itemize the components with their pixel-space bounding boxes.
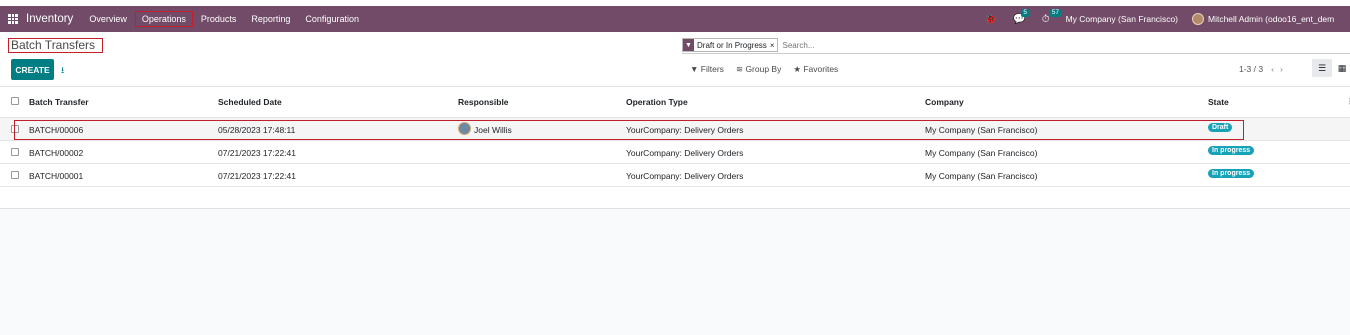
activity-count-badge: 57 bbox=[1049, 8, 1061, 17]
search-bar: ▼ Draft or In Progress × bbox=[682, 37, 1350, 54]
filter-icon: ▼ bbox=[683, 39, 694, 51]
table-header: Batch Transfer Scheduled Date Responsibl… bbox=[0, 87, 1350, 118]
select-all-checkbox[interactable] bbox=[11, 97, 19, 105]
menu-overview[interactable]: Overview bbox=[89, 14, 127, 24]
layers-icon: ≋ bbox=[735, 64, 744, 74]
header-scheduled-date[interactable]: Scheduled Date bbox=[218, 97, 282, 107]
header-company[interactable]: Company bbox=[925, 97, 964, 107]
user-menu[interactable]: Mitchell Admin (odoo16_ent_dem bbox=[1208, 14, 1350, 24]
pager-value[interactable]: 1-3 / 3 bbox=[1239, 64, 1263, 74]
header-responsible[interactable]: Responsible bbox=[458, 97, 509, 107]
company-switcher[interactable]: My Company (San Francisco) bbox=[1066, 14, 1178, 24]
facet-label: Draft or In Progress bbox=[697, 40, 767, 50]
menu-operations[interactable]: Operations bbox=[134, 11, 193, 27]
header-batch-transfer[interactable]: Batch Transfer bbox=[29, 97, 89, 107]
table-row[interactable]: BATCH/00002 07/21/2023 17:22:41 YourComp… bbox=[0, 141, 1350, 164]
pager-arrows[interactable]: ‹› bbox=[1271, 64, 1289, 74]
search-input[interactable] bbox=[782, 40, 1083, 50]
kanban-view-icon[interactable]: ▦ bbox=[1332, 59, 1350, 77]
cell-company: My Company (San Francisco) bbox=[925, 171, 1038, 181]
status-badge: In progress bbox=[1208, 146, 1255, 155]
view-switcher: ☰ ▦ bbox=[1312, 59, 1350, 77]
highlight-box bbox=[14, 120, 1244, 140]
search-facet[interactable]: ▼ Draft or In Progress × bbox=[682, 38, 779, 52]
create-button[interactable]: CREATE bbox=[11, 59, 54, 80]
app-brand[interactable]: Inventory bbox=[26, 13, 73, 25]
row-checkbox[interactable] bbox=[11, 148, 19, 156]
bug-icon[interactable]: 🐞 bbox=[985, 14, 997, 25]
list-table: Batch Transfer Scheduled Date Responsibl… bbox=[0, 86, 1350, 209]
menu-reporting[interactable]: Reporting bbox=[251, 14, 290, 24]
optional-columns-icon[interactable]: ⋮ bbox=[1346, 97, 1350, 106]
menu-products[interactable]: Products bbox=[201, 14, 237, 24]
status-badge: In progress bbox=[1208, 169, 1255, 178]
table-row[interactable]: BATCH/00001 07/21/2023 17:22:41 YourComp… bbox=[0, 164, 1350, 187]
chat-icon[interactable]: 💬 5 bbox=[1013, 8, 1029, 25]
cell-date: 07/21/2023 17:22:41 bbox=[218, 148, 296, 158]
download-icon[interactable]: ⭳ bbox=[61, 63, 64, 79]
chevron-right-icon[interactable]: › bbox=[1280, 64, 1289, 74]
header-operation-type[interactable]: Operation Type bbox=[626, 97, 688, 107]
cell-operation-type: YourCompany: Delivery Orders bbox=[626, 148, 744, 158]
empty-area bbox=[0, 209, 1350, 335]
top-navbar: Inventory Overview Operations Products R… bbox=[0, 6, 1350, 32]
cell-company: My Company (San Francisco) bbox=[925, 148, 1038, 158]
breadcrumb: Batch Transfers bbox=[8, 38, 103, 53]
header-state[interactable]: State bbox=[1208, 97, 1229, 107]
cell-name: BATCH/00001 bbox=[29, 171, 84, 181]
star-icon: ★ bbox=[793, 64, 801, 74]
filters-button[interactable]: ▼ Filters bbox=[690, 64, 724, 75]
cell-name: BATCH/00002 bbox=[29, 148, 84, 158]
clock-icon[interactable]: ⏱ 57 bbox=[1042, 8, 1061, 25]
favorites-button[interactable]: ★ Favorites bbox=[793, 64, 838, 75]
menu-configuration[interactable]: Configuration bbox=[305, 14, 359, 24]
group-by-button[interactable]: ≋ Group By bbox=[736, 64, 781, 75]
filter-icon: ▼ bbox=[690, 64, 699, 74]
apps-icon[interactable] bbox=[8, 14, 18, 24]
search-options: ▼ Filters ≋ Group By ★ Favorites bbox=[690, 64, 850, 75]
cell-date: 07/21/2023 17:22:41 bbox=[218, 171, 296, 181]
close-icon[interactable]: × bbox=[770, 41, 778, 50]
chevron-left-icon[interactable]: ‹ bbox=[1271, 64, 1280, 74]
row-checkbox[interactable] bbox=[11, 171, 19, 179]
cell-operation-type: YourCompany: Delivery Orders bbox=[626, 171, 744, 181]
user-avatar[interactable] bbox=[1192, 13, 1204, 25]
pager: 1-3 / 3 ‹› bbox=[1239, 64, 1289, 74]
list-view-icon[interactable]: ☰ bbox=[1312, 59, 1332, 77]
chat-count-badge: 5 bbox=[1021, 8, 1029, 17]
